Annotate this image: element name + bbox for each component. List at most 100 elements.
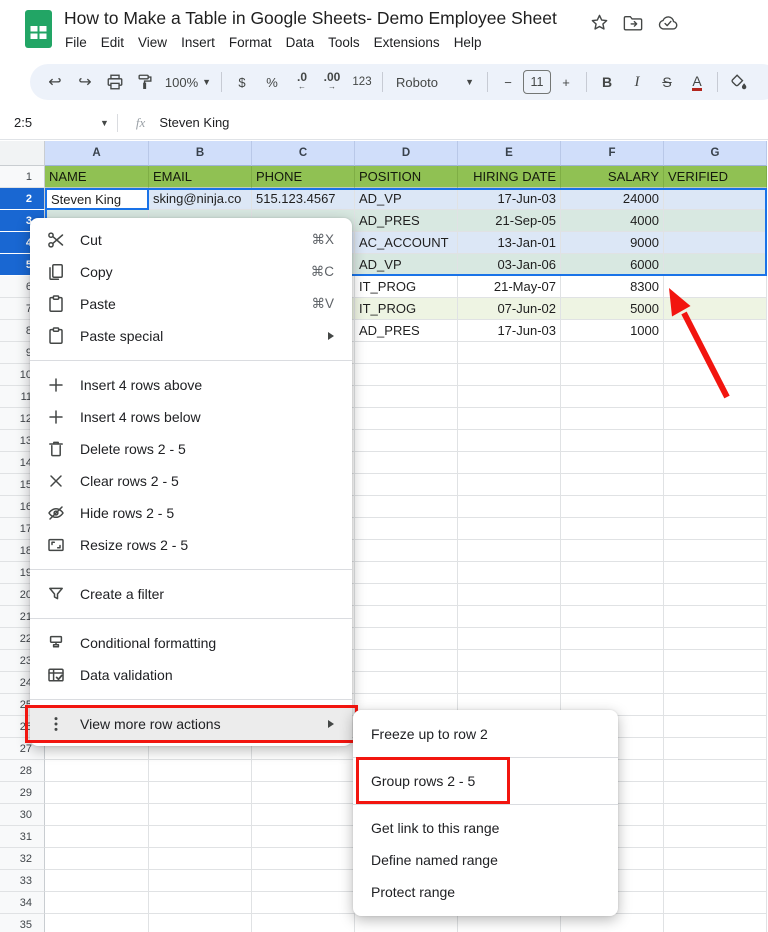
more-formats-icon[interactable]: 123 (349, 69, 375, 95)
cell-F19[interactable] (561, 562, 664, 584)
cell-D14[interactable] (355, 452, 458, 474)
cell-D8[interactable]: AD_PRES (355, 320, 458, 342)
cell-E14[interactable] (458, 452, 561, 474)
cell-D4[interactable]: AC_ACCOUNT (355, 232, 458, 254)
cell-D15[interactable] (355, 474, 458, 496)
cell-G23[interactable] (664, 650, 767, 672)
cell-E20[interactable] (458, 584, 561, 606)
menu-item-insert-4-rows-above[interactable]: Insert 4 rows above (30, 369, 352, 401)
menu-item-cut[interactable]: Cut⌘X (30, 224, 352, 256)
cell-D5[interactable]: AD_VP (355, 254, 458, 276)
cell-G33[interactable] (664, 870, 767, 892)
cell-E21[interactable] (458, 606, 561, 628)
cell-G19[interactable] (664, 562, 767, 584)
submenu-item-get-link-to-this-range[interactable]: Get link to this range (353, 812, 618, 844)
cell-E7[interactable]: 07-Jun-02 (458, 298, 561, 320)
row-header-1[interactable]: 1 (0, 166, 45, 188)
cell-G3[interactable] (664, 210, 767, 232)
cell-E12[interactable] (458, 408, 561, 430)
active-cell-A2[interactable]: Steven King (45, 188, 149, 210)
grid-corner[interactable] (0, 141, 45, 166)
cell-F9[interactable] (561, 342, 664, 364)
paint-format-icon[interactable] (132, 69, 158, 95)
increase-decimal-icon[interactable]: .00→ (319, 69, 345, 95)
cell-F35[interactable] (561, 914, 664, 932)
cell-E17[interactable] (458, 518, 561, 540)
font-select[interactable]: Roboto▼ (390, 69, 480, 95)
cell-G20[interactable] (664, 584, 767, 606)
cell-A31[interactable] (45, 826, 149, 848)
cell-F12[interactable] (561, 408, 664, 430)
cell-C32[interactable] (252, 848, 355, 870)
menu-item-conditional-formatting[interactable]: Conditional formatting (30, 627, 352, 659)
cell-D1[interactable]: POSITION (355, 166, 458, 188)
italic-icon[interactable]: I (624, 69, 650, 95)
cell-D16[interactable] (355, 496, 458, 518)
cell-E4[interactable]: 13-Jan-01 (458, 232, 561, 254)
cell-A34[interactable] (45, 892, 149, 914)
cell-F10[interactable] (561, 364, 664, 386)
cell-G18[interactable] (664, 540, 767, 562)
cell-F22[interactable] (561, 628, 664, 650)
menubar-item-view[interactable]: View (131, 33, 174, 52)
cell-C28[interactable] (252, 760, 355, 782)
cell-G2[interactable] (664, 188, 767, 210)
cell-G25[interactable] (664, 694, 767, 716)
column-header-F[interactable]: F (561, 141, 664, 166)
cell-A30[interactable] (45, 804, 149, 826)
row-header-31[interactable]: 31 (0, 826, 45, 848)
cell-G32[interactable] (664, 848, 767, 870)
cell-C34[interactable] (252, 892, 355, 914)
cell-A33[interactable] (45, 870, 149, 892)
cell-A28[interactable] (45, 760, 149, 782)
cell-G1[interactable]: VERIFIED (664, 166, 767, 188)
cell-C33[interactable] (252, 870, 355, 892)
cell-E6[interactable]: 21-May-07 (458, 276, 561, 298)
cell-B1[interactable]: EMAIL (149, 166, 252, 188)
strikethrough-icon[interactable]: S (654, 69, 680, 95)
cell-G31[interactable] (664, 826, 767, 848)
cell-C2[interactable]: 515.123.4567 (252, 188, 355, 210)
cell-F14[interactable] (561, 452, 664, 474)
column-header-G[interactable]: G (664, 141, 767, 166)
cell-G11[interactable] (664, 386, 767, 408)
cell-E8[interactable]: 17-Jun-03 (458, 320, 561, 342)
cell-G6[interactable] (664, 276, 767, 298)
cell-D18[interactable] (355, 540, 458, 562)
cell-C1[interactable]: PHONE (252, 166, 355, 188)
menu-item-clear-rows-2-5[interactable]: Clear rows 2 - 5 (30, 465, 352, 497)
document-title[interactable]: How to Make a Table in Google Sheets- De… (64, 8, 557, 29)
cell-G5[interactable] (664, 254, 767, 276)
fill-color-icon[interactable] (725, 69, 751, 95)
decrease-font-size-button[interactable]: − (495, 69, 521, 95)
menu-item-view-more-row-actions[interactable]: View more row actions (30, 708, 352, 740)
cell-D6[interactable]: IT_PROG (355, 276, 458, 298)
cell-F4[interactable]: 9000 (561, 232, 664, 254)
cell-E10[interactable] (458, 364, 561, 386)
menu-item-paste[interactable]: Paste⌘V (30, 288, 352, 320)
menu-item-copy[interactable]: Copy⌘C (30, 256, 352, 288)
submenu-item-define-named-range[interactable]: Define named range (353, 844, 618, 876)
cell-F16[interactable] (561, 496, 664, 518)
cell-D11[interactable] (355, 386, 458, 408)
cell-E9[interactable] (458, 342, 561, 364)
cell-D24[interactable] (355, 672, 458, 694)
cell-E5[interactable]: 03-Jan-06 (458, 254, 561, 276)
percent-icon[interactable]: % (259, 69, 285, 95)
cell-F8[interactable]: 1000 (561, 320, 664, 342)
cell-C30[interactable] (252, 804, 355, 826)
currency-icon[interactable]: $ (229, 69, 255, 95)
menu-item-data-validation[interactable]: Data validation (30, 659, 352, 691)
star-icon[interactable] (590, 13, 609, 32)
cell-E11[interactable] (458, 386, 561, 408)
name-box-caret-icon[interactable]: ▼ (100, 118, 109, 128)
bold-icon[interactable]: B (594, 69, 620, 95)
cell-F11[interactable] (561, 386, 664, 408)
cell-D9[interactable] (355, 342, 458, 364)
cell-E1[interactable]: HIRING DATE (458, 166, 561, 188)
cell-G14[interactable] (664, 452, 767, 474)
column-header-C[interactable]: C (252, 141, 355, 166)
cell-G4[interactable] (664, 232, 767, 254)
menubar-item-tools[interactable]: Tools (321, 33, 367, 52)
decrease-decimal-icon[interactable]: .0← (289, 69, 315, 95)
